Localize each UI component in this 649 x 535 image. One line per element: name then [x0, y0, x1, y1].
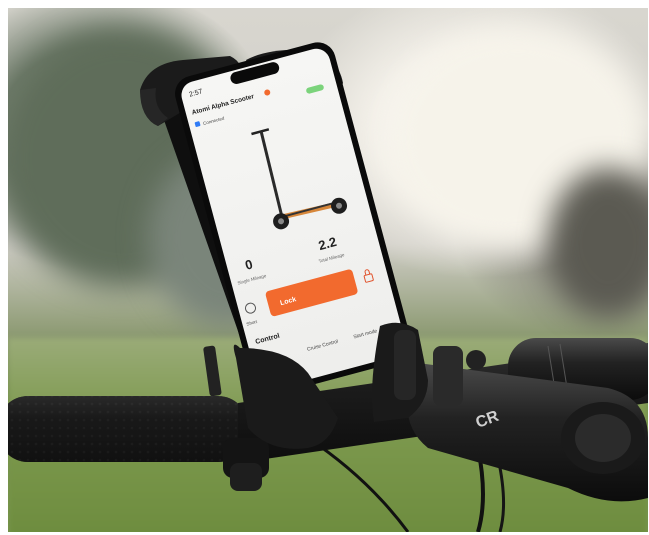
brake-cable [307, 436, 410, 532]
foreground-svg: CR 2:57 Atomi Alpha Scooter Connected 0 … [8, 42, 648, 532]
handlebar-left [8, 396, 248, 462]
photo-scene: CR 2:57 Atomi Alpha Scooter Connected 0 … [8, 8, 648, 532]
